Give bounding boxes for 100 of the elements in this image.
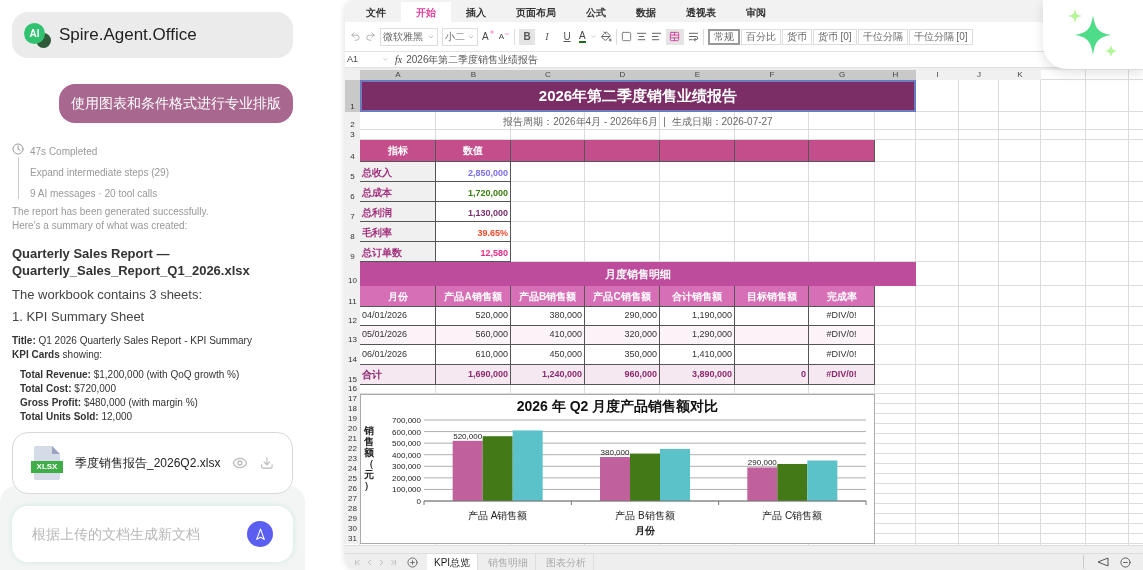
report-title[interactable]: 2026年第二季度销售业绩报告: [360, 80, 916, 112]
column-header[interactable]: K: [999, 70, 1041, 80]
table-cell[interactable]: 350,000: [585, 345, 660, 365]
table-cell[interactable]: 320,000: [585, 326, 660, 345]
table-header-cell[interactable]: 数值: [436, 140, 511, 162]
row-header[interactable]: 29: [345, 514, 360, 524]
row-header[interactable]: 30: [345, 524, 360, 534]
header-fill-cell[interactable]: [585, 140, 660, 162]
row-header[interactable]: 16: [345, 385, 360, 394]
redo-icon[interactable]: [365, 31, 376, 42]
table-cell[interactable]: 610,000: [436, 345, 511, 365]
table-cell[interactable]: 290,000: [585, 307, 660, 326]
cell-style-option[interactable]: 货币: [781, 28, 812, 45]
table-cell[interactable]: 3,890,000: [660, 365, 735, 385]
ribbon-tab[interactable]: 插入: [451, 2, 501, 22]
column-header[interactable]: I: [916, 70, 959, 80]
last-sheet-icon[interactable]: [389, 557, 398, 567]
cell-reference[interactable]: A1: [345, 52, 391, 67]
table-cell[interactable]: 560,000: [436, 326, 511, 345]
format-button[interactable]: I: [539, 28, 555, 45]
row-header[interactable]: 11: [345, 286, 360, 307]
merge-button[interactable]: [665, 28, 684, 45]
column-header[interactable]: H: [875, 70, 916, 80]
table-cell[interactable]: #DIV/0!: [809, 307, 875, 326]
table-header-cell[interactable]: 指标: [360, 140, 436, 162]
font-size-select[interactable]: 小二: [442, 27, 478, 46]
column-header[interactable]: A: [360, 70, 436, 80]
sparkle-card[interactable]: [1043, 0, 1143, 69]
table-cell[interactable]: [735, 326, 809, 345]
row-header[interactable]: 26: [345, 484, 360, 494]
table-cell[interactable]: 410,000: [511, 326, 585, 345]
row-header[interactable]: 31: [345, 534, 360, 544]
formula-text[interactable]: 2026年第二季度销售业绩报告: [406, 52, 539, 67]
table-cell[interactable]: 1,690,000: [436, 365, 511, 385]
row-header[interactable]: 25: [345, 474, 360, 484]
header-fill-cell[interactable]: [735, 140, 809, 162]
font-color-button[interactable]: A: [579, 30, 586, 43]
row-header[interactable]: 15: [345, 365, 360, 385]
column-header[interactable]: B: [436, 70, 511, 80]
align-center-icon[interactable]: [635, 31, 647, 42]
caret-icon[interactable]: [589, 33, 597, 40]
add-sheet-icon[interactable]: [407, 556, 418, 568]
column-header[interactable]: J: [959, 70, 999, 80]
triangle-icon[interactable]: [1097, 557, 1109, 567]
table-cell[interactable]: 合计: [360, 365, 436, 385]
row-header[interactable]: 13: [345, 326, 360, 345]
kpi-value[interactable]: 1,130,000: [436, 202, 511, 222]
table-cell[interactable]: 1,240,000: [511, 365, 585, 385]
table-cell[interactable]: [735, 345, 809, 365]
borders-icon[interactable]: [620, 31, 632, 42]
zoom-out-icon[interactable]: [1120, 556, 1131, 568]
column-header[interactable]: C: [511, 70, 585, 80]
undo-icon[interactable]: [350, 31, 361, 42]
row-header[interactable]: 5: [345, 162, 360, 182]
ribbon-tab[interactable]: 页面布局: [501, 2, 571, 22]
ribbon-tab[interactable]: 数据: [621, 2, 671, 22]
table-cell[interactable]: 06/01/2026: [360, 345, 436, 365]
preview-icon[interactable]: [232, 455, 249, 471]
table-cell[interactable]: [735, 307, 809, 326]
ribbon-tab[interactable]: 文件: [351, 2, 401, 22]
table-cell[interactable]: 960,000: [585, 365, 660, 385]
table-cell[interactable]: 0: [735, 365, 809, 385]
kpi-value[interactable]: 2,850,000: [436, 162, 511, 182]
row-header[interactable]: 6: [345, 182, 360, 202]
send-button[interactable]: [247, 521, 273, 547]
row-header[interactable]: 27: [345, 494, 360, 504]
row-header[interactable]: 20: [345, 424, 360, 434]
horizontal-scrollbar[interactable]: [345, 545, 1143, 553]
table-cell[interactable]: 1,290,000: [660, 326, 735, 345]
header-fill-cell[interactable]: [660, 140, 735, 162]
font-select[interactable]: 微软雅黑: [380, 27, 438, 46]
download-icon[interactable]: [260, 456, 274, 470]
format-button[interactable]: B: [519, 28, 535, 45]
ribbon-tab[interactable]: 审阅: [731, 2, 781, 22]
row-header[interactable]: 10: [345, 262, 360, 286]
ribbon-tab[interactable]: 公式: [571, 2, 621, 22]
table-cell[interactable]: 1,410,000: [660, 345, 735, 365]
row-header[interactable]: 7: [345, 202, 360, 222]
header-fill-cell[interactable]: [511, 140, 585, 162]
row-header[interactable]: 28: [345, 504, 360, 514]
sheet-tab[interactable]: KPI总览: [427, 554, 479, 570]
table-cell[interactable]: 380,000: [511, 307, 585, 326]
previous-sheet-icon[interactable]: [365, 557, 374, 567]
table-cell[interactable]: #DIV/0!: [809, 345, 875, 365]
grow-font-button[interactable]: A: [482, 29, 495, 44]
table-cell[interactable]: 1,190,000: [660, 307, 735, 326]
table-cell[interactable]: 450,000: [511, 345, 585, 365]
table-cell[interactable]: 05/01/2026: [360, 326, 436, 345]
attachment-card[interactable]: XLSX 季度销售报告_2026Q2.xlsx: [12, 432, 293, 494]
report-subtitle[interactable]: 报告周期：2026年4月 - 2026年6月 | 生成日期：2026-07-27: [360, 112, 916, 130]
cell-style-option[interactable]: 百分比: [740, 28, 781, 45]
cell-style-option[interactable]: 千位分隔: [857, 28, 908, 45]
section-title[interactable]: 月度销售明细: [360, 262, 916, 286]
kpi-label[interactable]: 总利润: [360, 202, 436, 222]
cell-style-option[interactable]: 常规: [707, 28, 740, 45]
row-header[interactable]: 2: [345, 112, 360, 130]
row-header[interactable]: 19: [345, 414, 360, 424]
row-header[interactable]: 24: [345, 464, 360, 474]
row-header[interactable]: 21: [345, 434, 360, 444]
header-fill-cell[interactable]: [809, 140, 875, 162]
